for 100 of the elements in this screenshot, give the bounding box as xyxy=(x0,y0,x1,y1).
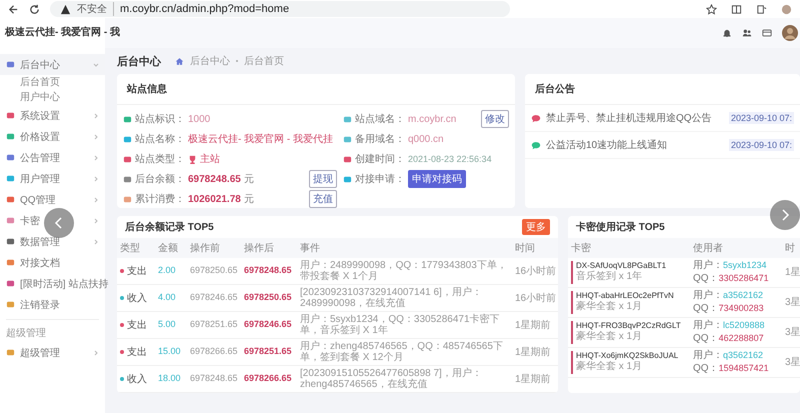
card-description: 音乐签到 x 1年 xyxy=(576,271,644,284)
info-icon xyxy=(343,154,352,164)
table-cell: 5.00 xyxy=(155,312,187,338)
table-cell: 6978246.65 xyxy=(241,312,297,338)
info-label: 站点类型： xyxy=(135,152,185,166)
table-cell: 18.00 xyxy=(155,366,187,392)
table-cell: 6978266.65 xyxy=(241,366,297,392)
sidebar-item[interactable]: 系统设置 xyxy=(0,105,105,126)
info-value: 1000 xyxy=(188,114,210,124)
table-cell: 16小时前 xyxy=(512,258,558,284)
table-cell: 1星期前 xyxy=(512,338,558,366)
column-header: 操作前 xyxy=(187,238,241,258)
reload-icon[interactable] xyxy=(29,4,40,14)
table-cell: 1星 xyxy=(782,258,800,288)
table-cell: 6978266.65 xyxy=(187,338,241,366)
table-cell: 1星期前 xyxy=(512,366,558,392)
info-label: 后台余额： xyxy=(135,172,185,186)
info-value: q000.cn xyxy=(408,134,444,144)
card-description: 豪华全套 x 1月 xyxy=(576,301,642,314)
sidebar-item[interactable]: 数据管理 xyxy=(0,231,105,252)
split-screen-icon[interactable] xyxy=(731,4,742,14)
table-cell: 2.00 xyxy=(155,258,187,284)
table-cell: 6978248.65 xyxy=(187,366,241,392)
breadcrumb-separator xyxy=(236,60,238,62)
table-cell: [20230915105526477605898 7]，用户：zheng485746565，在线充值 xyxy=(297,366,512,392)
star-icon[interactable] xyxy=(706,4,717,14)
sidebar-item[interactable]: 后台中心 xyxy=(0,54,105,75)
menu-item-icon xyxy=(6,153,15,162)
info-icon xyxy=(123,174,132,184)
card-code: HHQT-FRO3BqvP2CzRdGLT xyxy=(576,321,682,331)
table-cell: 3星 xyxy=(782,348,800,378)
action-button[interactable]: 充值 xyxy=(309,190,337,208)
user-line: 用户：a3562162 xyxy=(693,290,764,302)
breadcrumb-item[interactable]: 后台中心 xyxy=(190,54,230,68)
currency-unit: 元 xyxy=(244,193,254,206)
table-cell: 3星 xyxy=(782,288,800,318)
info-value: 极速云代挂- 我爱官网 - 我爱代挂 xyxy=(188,132,333,146)
card-code: HHQT-abaHrLEOc2ePfTvN xyxy=(576,291,675,301)
info-value: m.coybr.cn xyxy=(408,114,456,124)
info-value: 1026021.78 xyxy=(188,194,241,204)
table-cell: 1星期前 xyxy=(512,312,558,338)
address-bar[interactable]: 不安全 m.coybr.cn/admin.php?mod=home xyxy=(50,1,510,17)
more-button[interactable]: 更多 xyxy=(522,219,550,235)
card-icon[interactable] xyxy=(762,28,772,38)
menu-item-icon xyxy=(6,348,15,357)
menu-item-icon xyxy=(6,132,15,141)
back-icon[interactable] xyxy=(8,4,19,14)
sidebar-item[interactable]: 公告管理 xyxy=(0,147,105,168)
warning-icon xyxy=(60,4,71,14)
sidebar-item[interactable]: 价格设置 xyxy=(0,126,105,147)
info-icon xyxy=(123,154,132,164)
page-title: 后台中心 xyxy=(117,54,161,68)
table-cell: 16小时前 xyxy=(512,284,558,312)
sidebar-item[interactable]: 超级管理 xyxy=(0,342,105,363)
column-header: 操作后 xyxy=(241,238,297,258)
action-button[interactable]: 提现 xyxy=(309,170,337,188)
user-line: 用户：lc5209888 xyxy=(693,320,766,332)
submenu-item[interactable]: 后台首页 xyxy=(0,75,105,90)
qq-line: QQ：3305286471 xyxy=(693,272,770,285)
table-cell: 4.00 xyxy=(155,284,187,312)
action-button[interactable]: 修改 xyxy=(481,110,509,128)
table-cell: 3星 xyxy=(782,318,800,348)
table-cell: 15.00 xyxy=(155,338,187,366)
info-label: 站点域名： xyxy=(355,112,405,126)
card-title: 卡密使用记录 TOP5 xyxy=(576,220,665,234)
table-cell: 6978250.65 xyxy=(187,258,241,284)
card-description: 豪华全套 x 1月 xyxy=(576,361,642,374)
users-icon[interactable] xyxy=(742,28,752,38)
submenu-item[interactable]: 用户中心 xyxy=(0,90,105,105)
date-badge: 2023-09-10 07: xyxy=(728,112,794,124)
sidebar-item[interactable]: 对接文档 xyxy=(0,252,105,273)
apply-button[interactable]: 申请对接码 xyxy=(408,170,466,188)
column-header: 事件 xyxy=(297,238,512,258)
info-label: 累计消费： xyxy=(135,192,185,206)
avatar[interactable] xyxy=(782,25,798,41)
trophy-icon xyxy=(188,154,197,164)
sidebar-item[interactable]: QQ管理 xyxy=(0,189,105,210)
card-code: HHQT-Xo6jmKQ2SkBoJUAL xyxy=(576,351,680,361)
bell-icon[interactable] xyxy=(722,28,732,38)
table-cell: 6978246.65 xyxy=(187,284,241,312)
column-header: 类型 xyxy=(117,238,155,258)
sidebar-item[interactable]: 卡密 xyxy=(0,210,105,231)
info-value: 2021-08-23 22:56:34 xyxy=(408,154,492,164)
type-label: 支出 xyxy=(127,346,147,358)
info-label: 备用域名： xyxy=(355,132,405,146)
info-label: 站点标识： xyxy=(135,112,185,126)
site-title: 极速云代挂- 我爱官网 - 我 xyxy=(5,27,120,39)
menu-item-icon xyxy=(6,174,15,183)
announcement-link[interactable]: 禁止弄号、禁止挂机违规用途QQ公告 xyxy=(546,111,712,125)
sidebar-item[interactable]: 用户管理 xyxy=(0,168,105,189)
user-line: 用户：5syxb1234 xyxy=(693,260,768,272)
info-icon xyxy=(123,134,132,144)
table-cell: [20230923103732914007141 6]，用户：2489990098，在线充值 xyxy=(297,284,512,312)
info-icon xyxy=(123,194,132,204)
table-cell: 6978248.65 xyxy=(241,258,297,284)
announcement-link[interactable]: 公益活动10速功能上线通知 xyxy=(546,138,668,152)
home-icon[interactable] xyxy=(175,56,184,66)
sidebar-item[interactable]: 注销登录 xyxy=(0,294,105,315)
date-badge: 2023-09-10 07: xyxy=(728,139,794,151)
qq-line: QQ：1594857421 xyxy=(693,362,770,375)
